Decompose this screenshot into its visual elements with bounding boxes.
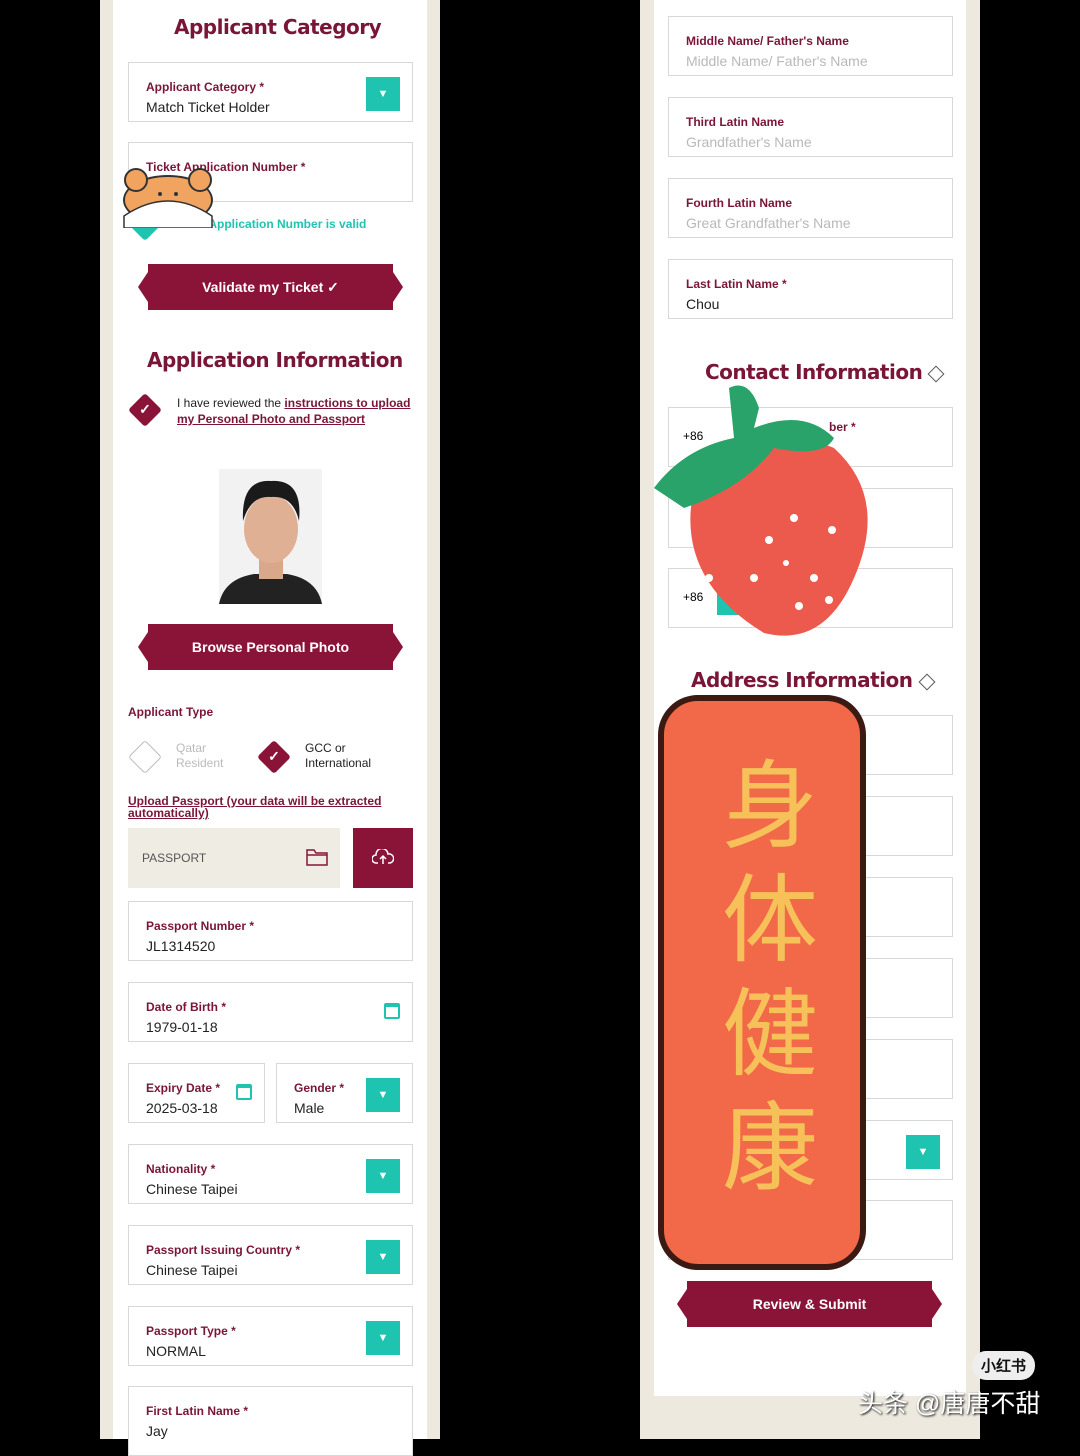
option-qatar-resident-label: Qatar Resident [176,741,224,770]
chevron-down-icon[interactable]: ▼ [366,1078,400,1112]
passport-type-select[interactable]: Passport Type * NORMAL ▼ [128,1306,413,1366]
info-icon[interactable] [918,673,936,690]
xiaohongshu-watermark: 小红书 [972,1351,1036,1380]
first-name-input[interactable]: First Latin Name * Jay [128,1386,413,1456]
review-text: I have reviewed the instructions to uplo… [177,396,411,426]
personal-photo [219,469,322,604]
chevron-down-icon[interactable]: ▼ [366,77,400,111]
chevron-down-icon[interactable]: ▼ [366,1240,400,1274]
middle-name-input[interactable]: Middle Name/ Father's Name Middle Name/ F… [668,16,953,76]
passport-file-input[interactable]: PASSPORT [128,828,340,888]
calendar-icon[interactable] [384,1003,400,1019]
validate-ticket-button[interactable]: Validate my Ticket ✓ [138,264,403,310]
info-icon[interactable] [927,365,945,382]
strawberry-sticker [654,385,868,636]
upload-passport-link[interactable]: Upload Passport (your data will be extra… [128,795,388,819]
issuing-country-select[interactable]: Passport Issuing Country * Chinese Taipei… [128,1225,413,1285]
gender-select[interactable]: Gender * Male ▼ [276,1063,413,1123]
toutiao-watermark: 头条 @唐唐不甜 [858,1390,1041,1418]
chevron-down-icon[interactable]: ▼ [366,1321,400,1355]
calendar-icon[interactable] [236,1084,252,1100]
option-gcc-label: GCC or International [305,741,372,770]
application-information-title: Application Information [147,348,403,372]
address-information-title: Address Information [691,668,936,692]
applicant-type-label: Applicant Type [128,705,214,719]
date-of-birth-input[interactable]: Date of Birth * 1979-01-18 [128,982,413,1042]
nationality-select[interactable]: Nationality * Chinese Taipei ▼ [128,1144,413,1204]
folder-icon[interactable] [306,848,328,866]
cloud-upload-icon [372,849,394,864]
last-name-input[interactable]: Last Latin Name * Chou [668,259,953,319]
upload-cloud-button[interactable] [353,828,413,888]
chevron-down-icon[interactable]: ▼ [366,1159,400,1193]
expiry-date-input[interactable]: Expiry Date * 2025-03-18 [128,1063,265,1123]
browse-personal-photo-button[interactable]: Browse Personal Photo [138,624,403,670]
passport-number-input[interactable]: Passport Number * JL1314520 [128,901,413,961]
fourth-name-input[interactable]: Fourth Latin Name Great Grandfather's Nam… [668,178,953,238]
health-banner-sticker: 身体健康 [658,695,866,1270]
third-name-input[interactable]: Third Latin Name Grandfather's Name [668,97,953,157]
chevron-down-icon[interactable]: ▼ [906,1135,940,1169]
applicant-category-select[interactable]: Applicant Category * Match Ticket Holder… [128,62,413,122]
review-submit-button[interactable]: Review & Submit [677,1281,942,1327]
tiger-sticker [123,168,213,228]
applicant-category-title: Applicant Category [174,15,382,39]
